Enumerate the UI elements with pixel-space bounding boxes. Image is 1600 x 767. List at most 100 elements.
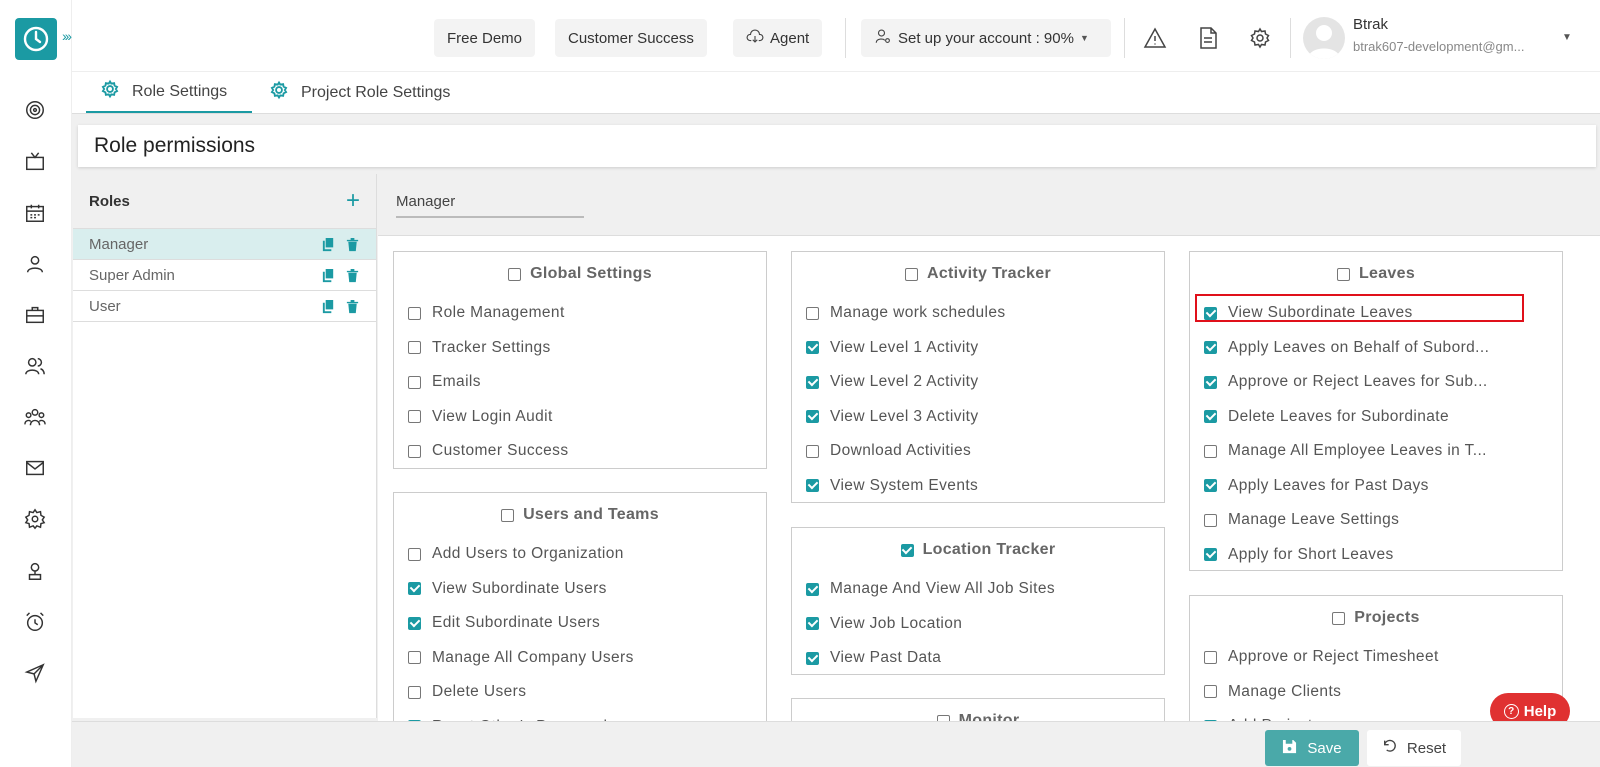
permission-item[interactable]: View Job Location: [792, 607, 1164, 642]
reset-button[interactable]: Reset: [1367, 730, 1461, 766]
permission-item[interactable]: View Login Audit: [394, 400, 766, 435]
permission-checkbox[interactable]: [1204, 650, 1217, 664]
permission-item[interactable]: Add Users to Organization: [394, 537, 766, 572]
permission-item[interactable]: Manage All Company Users: [394, 641, 766, 676]
permission-checkbox[interactable]: [806, 444, 819, 458]
permission-checkbox[interactable]: [408, 410, 421, 424]
role-row[interactable]: User: [73, 291, 376, 322]
permission-checkbox[interactable]: [408, 341, 421, 355]
permission-item[interactable]: Reset Other's Password: [394, 710, 766, 721]
delete-trash-icon[interactable]: [345, 268, 360, 283]
permission-checkbox[interactable]: [1204, 513, 1217, 527]
permission-item[interactable]: Edit Subordinate Users: [394, 606, 766, 641]
permission-item[interactable]: View Subordinate Users: [394, 572, 766, 607]
setup-account-dropdown[interactable]: Set up your account : 90% ▼: [861, 19, 1111, 57]
team-icon[interactable]: [22, 404, 48, 430]
permission-checkbox[interactable]: [408, 375, 421, 389]
permission-item[interactable]: View Subordinate Leaves: [1190, 296, 1562, 331]
permission-checkbox[interactable]: [408, 582, 421, 596]
agent-button[interactable]: Agent: [733, 19, 823, 57]
permission-checkbox[interactable]: [806, 617, 819, 631]
permission-checkbox[interactable]: [408, 444, 421, 458]
permission-checkbox[interactable]: [1204, 375, 1217, 389]
permission-item[interactable]: Delete Leaves for Subordinate: [1190, 400, 1562, 435]
permission-checkbox[interactable]: [408, 547, 421, 561]
permission-item[interactable]: View Past Data: [792, 641, 1164, 676]
user-icon[interactable]: [22, 251, 48, 277]
mail-icon[interactable]: [22, 455, 48, 481]
free-demo-button[interactable]: Free Demo: [434, 19, 536, 57]
permission-item[interactable]: Approve or Reject Timesheet: [1190, 640, 1562, 675]
permission-item[interactable]: Approve or Reject Leaves for Sub...: [1190, 365, 1562, 400]
permission-checkbox[interactable]: [408, 306, 421, 320]
tab-project-role-settings[interactable]: Project Role Settings: [255, 72, 464, 113]
tab-role-settings[interactable]: Role Settings: [86, 72, 252, 113]
permission-item[interactable]: Manage work schedules: [792, 296, 1164, 331]
permission-item[interactable]: Apply Leaves on Behalf of Subord...: [1190, 331, 1562, 366]
briefcase-icon[interactable]: [22, 302, 48, 328]
permission-item[interactable]: Manage And View All Job Sites: [792, 572, 1164, 607]
permission-item[interactable]: View Level 1 Activity: [792, 331, 1164, 366]
app-logo-clock-icon[interactable]: [15, 18, 57, 60]
permission-checkbox[interactable]: [1204, 479, 1217, 493]
permission-checkbox[interactable]: [408, 685, 421, 699]
copy-icon[interactable]: [321, 237, 336, 252]
permission-checkbox[interactable]: [806, 306, 819, 320]
role-row[interactable]: Super Admin: [73, 260, 376, 291]
dashboard-icon[interactable]: [22, 97, 48, 123]
permission-checkbox[interactable]: [1204, 548, 1217, 562]
permission-checkbox[interactable]: [1204, 685, 1217, 699]
settings-gear-icon[interactable]: [22, 506, 48, 532]
permission-item[interactable]: Download Activities: [792, 434, 1164, 469]
permission-checkbox[interactable]: [1204, 444, 1217, 458]
permission-item[interactable]: Customer Success: [394, 434, 766, 469]
permission-item[interactable]: Apply Leaves for Past Days: [1190, 469, 1562, 504]
expand-menu-icon[interactable]: ›››: [62, 28, 72, 44]
copy-icon[interactable]: [321, 268, 336, 283]
group-checkbox[interactable]: [900, 543, 914, 557]
delete-trash-icon[interactable]: [345, 237, 360, 252]
permission-item[interactable]: View Level 2 Activity: [792, 365, 1164, 400]
group-checkbox[interactable]: [905, 267, 918, 281]
gear-icon[interactable]: [1247, 25, 1273, 51]
avatar[interactable]: [1303, 17, 1345, 59]
role-name-input[interactable]: Manager: [396, 190, 584, 218]
permission-checkbox[interactable]: [806, 479, 819, 493]
copy-icon[interactable]: [321, 299, 336, 314]
permission-checkbox[interactable]: [806, 582, 819, 596]
calendar-icon[interactable]: [22, 200, 48, 226]
warning-icon[interactable]: [1142, 25, 1168, 51]
save-button[interactable]: Save: [1265, 730, 1359, 766]
group-checkbox[interactable]: [1332, 611, 1346, 625]
group-checkbox[interactable]: [1336, 267, 1350, 281]
permission-checkbox[interactable]: [1204, 410, 1217, 424]
permission-item[interactable]: Delete Users: [394, 675, 766, 710]
permission-item[interactable]: View Level 3 Activity: [792, 400, 1164, 435]
users-icon[interactable]: [22, 353, 48, 379]
permission-item[interactable]: Tracker Settings: [394, 331, 766, 366]
permission-checkbox[interactable]: [408, 616, 421, 630]
permission-item[interactable]: Emails: [394, 365, 766, 400]
profile-badge-icon[interactable]: [22, 558, 48, 584]
group-checkbox[interactable]: [508, 267, 522, 281]
permission-item[interactable]: Role Management: [394, 296, 766, 331]
delete-trash-icon[interactable]: [345, 299, 360, 314]
group-checkbox[interactable]: [501, 508, 515, 522]
permission-checkbox[interactable]: [806, 341, 819, 355]
permission-checkbox[interactable]: [806, 410, 819, 424]
role-row[interactable]: Manager: [73, 229, 376, 260]
alarm-clock-icon[interactable]: [22, 609, 48, 635]
permission-checkbox[interactable]: [806, 651, 819, 665]
add-role-plus-icon[interactable]: +: [346, 189, 360, 213]
permission-checkbox[interactable]: [408, 651, 421, 665]
permission-checkbox[interactable]: [1204, 306, 1217, 320]
permission-checkbox[interactable]: [806, 375, 819, 389]
document-icon[interactable]: [1195, 25, 1221, 51]
permission-checkbox[interactable]: [1204, 341, 1217, 355]
permission-item[interactable]: Manage All Employee Leaves in T...: [1190, 434, 1562, 469]
send-icon[interactable]: [22, 660, 48, 686]
tv-icon[interactable]: [22, 149, 48, 175]
permission-item[interactable]: Manage Leave Settings: [1190, 503, 1562, 538]
permission-item[interactable]: Apply for Short Leaves: [1190, 538, 1562, 573]
permission-item[interactable]: View System Events: [792, 469, 1164, 504]
